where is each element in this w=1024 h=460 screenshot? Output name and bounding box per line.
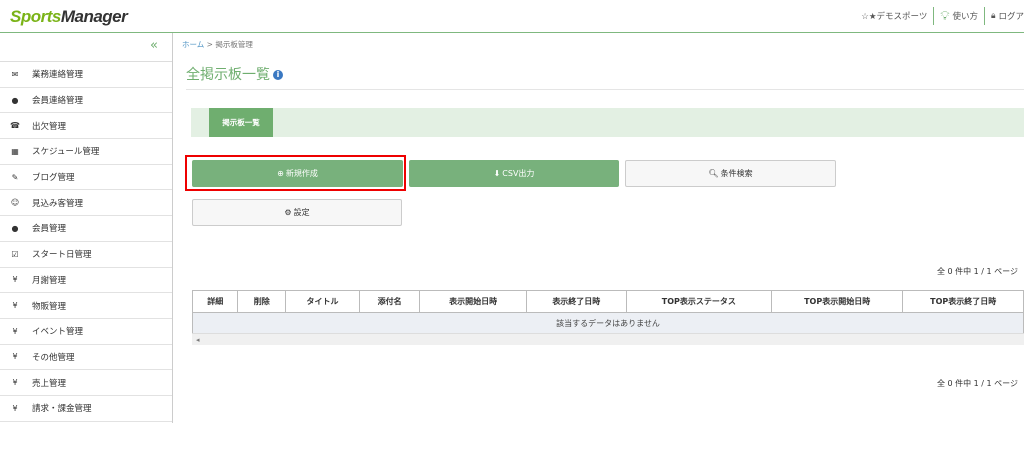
sidebar-item[interactable]: ¥ 物販管理 <box>0 293 172 319</box>
sidebar-item[interactable]: ▦ スケジュール管理 <box>0 139 172 165</box>
org-name[interactable]: ☆★デモスポーツ <box>861 10 927 22</box>
sidebar-item-label: 会員連絡管理 <box>32 96 84 107</box>
sidebar-item[interactable]: ¥ その他管理 <box>0 345 172 371</box>
search-button[interactable]: 🔍︎ 条件検索 <box>625 160 836 187</box>
table-header-row: 詳細 削除 タイトル 添付名 表示開始日時 表示終了日時 TOP表示ステータス TOP表示開始… <box>191 290 1024 313</box>
sidebar-item-icon: ✎ <box>11 172 19 182</box>
column-header[interactable]: 添付名 <box>359 290 421 313</box>
sidebar-item[interactable]: ¥ 月謝管理 <box>0 268 172 294</box>
scroll-left-icon[interactable]: ◂ <box>196 336 200 344</box>
sidebar-item-label: スタート日管理 <box>32 250 92 261</box>
sidebar-item[interactable]: ¥ 売上管理 <box>0 370 172 396</box>
sidebar-item-icon: ☑ <box>11 249 19 259</box>
sidebar-item[interactable]: ☑ スタート日管理 <box>0 242 172 268</box>
sidebar-item-label: 売上管理 <box>32 378 67 389</box>
column-header[interactable]: 表示終了日時 <box>525 290 627 313</box>
sidebar-item[interactable]: ☎ 出欠管理 <box>0 113 172 140</box>
sidebar-item-icon: ● <box>11 223 19 233</box>
sidebar-item-label: 出欠管理 <box>32 121 67 132</box>
sidebar-item-label: 業務連絡管理 <box>32 70 84 81</box>
sidebar-item-label: スケジュール管理 <box>32 147 100 158</box>
sidebar-item[interactable]: ✉ 業務連絡管理 <box>0 62 172 88</box>
sidebar-item-label: イベント管理 <box>32 327 84 338</box>
help-link[interactable]: 💡︎ 使い方 <box>940 9 978 24</box>
logo[interactable]: SportsManager <box>10 7 128 27</box>
sidebar-item-icon: ☺ <box>10 198 20 208</box>
pagination-count-top: 全 0 件中 1 / 1 ページ <box>936 267 1018 276</box>
download-icon: ⬇ <box>493 169 501 178</box>
new-button-label: 新規作成 <box>285 169 318 178</box>
settings-button-label: 設定 <box>293 208 310 217</box>
sidebar-item[interactable]: ● 会員連絡管理 <box>0 88 172 114</box>
lightbulb-icon: 💡︎ <box>940 8 950 24</box>
divider <box>186 89 1024 90</box>
column-header[interactable]: TOP表示終了日時 <box>902 290 1024 313</box>
pagination-count-bottom: 全 0 件中 1 / 1 ページ <box>936 379 1018 388</box>
divider <box>983 7 985 25</box>
sidebar-item[interactable]: ¥入金管理 <box>0 422 172 423</box>
sidebar-item[interactable]: ¥ イベント管理 <box>0 319 172 345</box>
sidebar-item-icon: ▦ <box>11 146 19 156</box>
help-label: 使い方 <box>952 12 978 22</box>
sidebar-item-label: 会員管理 <box>32 224 67 235</box>
sidebar-item-label: 物販管理 <box>32 301 67 312</box>
tab-bar: 掲示板一覧 <box>191 108 1024 137</box>
breadcrumb-current: 掲示板管理 <box>215 40 253 49</box>
sidebar-item-label: その他管理 <box>32 352 75 363</box>
breadcrumb-separator: > <box>206 40 213 49</box>
empty-message: 該当するデータはありません <box>192 312 1024 335</box>
divider <box>933 7 935 25</box>
sidebar-item-icon: ¥ <box>12 378 18 388</box>
sidebar-item[interactable]: ☺ 見込み客管理 <box>0 190 172 217</box>
sidebar-item-label: ブログ管理 <box>32 173 75 184</box>
settings-button[interactable]: ⚙ 設定 <box>192 199 402 226</box>
collapse-sidebar-button[interactable]: « <box>0 33 172 62</box>
bulletin-table: 詳細 削除 タイトル 添付名 表示開始日時 表示終了日時 TOP表示ステータス TOP表示開始… <box>191 290 1024 335</box>
gear-icon: ⚙ <box>284 208 292 217</box>
csv-button-label: CSV出力 <box>502 169 535 178</box>
logout-link[interactable]: 🔒︎ ログア <box>991 10 1024 22</box>
search-icon: 🔍︎ <box>708 169 719 178</box>
sidebar-item-label: 月謝管理 <box>32 275 67 286</box>
lock-icon: 🔒︎ <box>990 11 996 21</box>
sidebar-item-icon: ● <box>11 95 19 105</box>
sidebar-item-icon: ¥ <box>12 403 18 413</box>
column-header[interactable]: 表示開始日時 <box>419 290 527 313</box>
sidebar: « ✉ 業務連絡管理 ● 会員連絡管理 ☎ 出欠管理 ▦ スケジュール管理 ✎ ブログ管理 ☺ 見込み… <box>0 33 173 423</box>
sidebar-item-label: 請求・課金管理 <box>32 404 92 415</box>
sidebar-item-icon: ☎ <box>10 121 20 131</box>
sidebar-item[interactable]: ✎ ブログ管理 <box>0 165 172 191</box>
page-title: 全掲示板一覧 i <box>186 64 283 84</box>
sidebar-item[interactable]: ● 会員管理 <box>0 216 172 242</box>
top-header: SportsManager ☆★デモスポーツ 💡︎ 使い方 🔒︎ ログア <box>0 0 1024 33</box>
breadcrumb: ホーム > 掲示板管理 <box>182 39 253 50</box>
sidebar-item-icon: ¥ <box>12 352 18 362</box>
sidebar-item-icon: ¥ <box>12 326 18 336</box>
main-content: ホーム > 掲示板管理 全掲示板一覧 i 掲示板一覧 ⊕ 新規作成 ⬇ CSV出力 🔍… <box>176 33 1024 433</box>
info-icon[interactable]: i <box>273 70 283 80</box>
sidebar-item-icon: ¥ <box>12 275 18 285</box>
search-button-label: 条件検索 <box>720 169 753 178</box>
sidebar-item-icon: ¥ <box>12 301 18 311</box>
tab-bulletin-list[interactable]: 掲示板一覧 <box>209 108 273 137</box>
column-header[interactable]: TOP表示ステータス <box>625 290 772 313</box>
column-header[interactable]: 詳細 <box>191 290 239 313</box>
sidebar-item-icon: ✉ <box>11 69 19 79</box>
sidebar-menu: ✉ 業務連絡管理 ● 会員連絡管理 ☎ 出欠管理 ▦ スケジュール管理 ✎ ブログ管理 ☺ 見込み客管… <box>0 62 172 423</box>
column-header[interactable]: 削除 <box>237 290 286 313</box>
logout-label: ログア <box>998 12 1024 22</box>
sidebar-item-label: 見込み客管理 <box>32 198 84 209</box>
column-header[interactable]: タイトル <box>284 290 361 313</box>
horizontal-scrollbar[interactable]: ◂ <box>192 333 1024 345</box>
table-row: 該当するデータはありません <box>192 312 1024 335</box>
sidebar-item[interactable]: ¥ 請求・課金管理 <box>0 396 172 422</box>
new-button[interactable]: ⊕ 新規作成 <box>192 160 403 187</box>
breadcrumb-home[interactable]: ホーム <box>182 40 204 49</box>
plus-circle-icon: ⊕ <box>277 169 284 178</box>
column-header[interactable]: TOP表示開始日時 <box>770 290 904 313</box>
header-right: ☆★デモスポーツ 💡︎ 使い方 🔒︎ ログア <box>861 0 1024 32</box>
csv-export-button[interactable]: ⬇ CSV出力 <box>409 160 619 187</box>
